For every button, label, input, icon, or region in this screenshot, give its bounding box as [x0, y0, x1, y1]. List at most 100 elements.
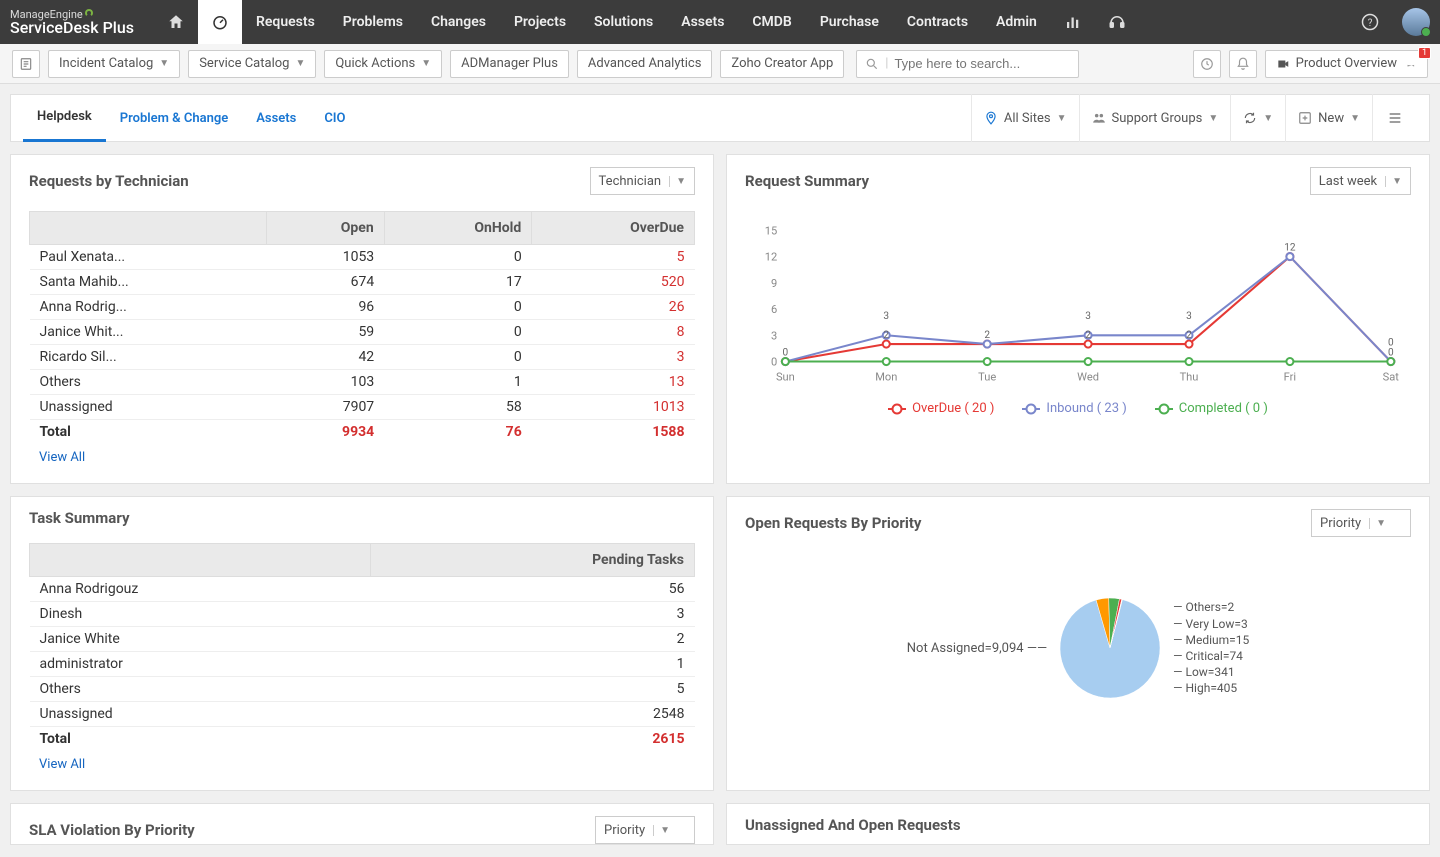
quick-actions-dropdown[interactable]: Quick Actions▼ — [324, 50, 442, 78]
service-catalog-dropdown[interactable]: Service Catalog▼ — [188, 50, 316, 78]
svg-text:Sun: Sun — [776, 371, 795, 384]
refresh-dropdown[interactable]: ▼ — [1230, 94, 1285, 142]
tab-assets[interactable]: Assets — [242, 94, 310, 142]
hamburger-icon — [1387, 110, 1403, 126]
svg-text:3: 3 — [1186, 311, 1192, 322]
dashboard-icon[interactable] — [198, 0, 242, 44]
search-box[interactable]: | — [856, 50, 1079, 78]
brand-logo: ManageEngine ServiceDesk Plus — [10, 9, 134, 36]
widget-sla-violation: SLA Violation By Priority Priority▼ — [10, 803, 714, 845]
chevron-down-icon: ▼ — [159, 58, 169, 69]
search-icon — [865, 57, 879, 71]
zoho-creator-label: Zoho Creator App — [731, 56, 833, 71]
svg-text:12: 12 — [765, 251, 777, 264]
divider: | — [885, 56, 888, 71]
svg-text:0: 0 — [771, 356, 777, 369]
view-all-link[interactable]: View All — [29, 757, 85, 772]
recent-items-icon[interactable] — [1193, 50, 1221, 78]
legend-overdue: OverDue ( 20 ) — [888, 401, 994, 416]
nav-link-contracts[interactable]: Contracts — [893, 0, 982, 44]
pie-label: — Low=341 — [1173, 664, 1249, 680]
svg-text:Tue: Tue — [978, 371, 996, 384]
user-avatar[interactable] — [1402, 8, 1430, 36]
svg-text:2: 2 — [984, 330, 990, 341]
admanager-button[interactable]: ADManager Plus — [450, 50, 569, 78]
col-onhold: OnHold — [384, 212, 532, 245]
nav-link-problems[interactable]: Problems — [329, 0, 417, 44]
advanced-analytics-button[interactable]: Advanced Analytics — [577, 50, 713, 78]
reports-icon[interactable] — [1051, 0, 1095, 44]
location-icon — [984, 111, 998, 125]
chevron-down-icon: ▼ — [669, 176, 686, 187]
table-row: administrator1 — [30, 652, 695, 677]
dashboard-tabs-bar: HelpdeskProblem & ChangeAssetsCIO All Si… — [10, 94, 1430, 142]
technician-selector[interactable]: Technician▼ — [590, 167, 695, 195]
tab-cio[interactable]: CIO — [310, 94, 359, 142]
new-label: New — [1318, 111, 1344, 126]
chart-legend: OverDue ( 20 ) Inbound ( 23 ) Completed … — [745, 401, 1411, 416]
tab-problem-change[interactable]: Problem & Change — [106, 94, 242, 142]
top-nav: ManageEngine ServiceDesk Plus RequestsPr… — [0, 0, 1440, 44]
product-overview-button[interactable]: Product Overview 1 — [1265, 50, 1428, 78]
pie-label: — High=405 — [1173, 680, 1249, 696]
home-icon[interactable] — [154, 0, 198, 44]
incident-catalog-dropdown[interactable]: Incident Catalog▼ — [48, 50, 180, 78]
table-row: Dinesh3 — [30, 602, 695, 627]
selector-value: Priority — [1320, 516, 1361, 531]
pie-label: — Medium=15 — [1173, 632, 1249, 648]
widget-unassigned-open: Unassigned And Open Requests — [726, 803, 1430, 845]
brand-line2: ServiceDesk Plus — [10, 20, 134, 36]
selector-value: Priority — [604, 823, 645, 838]
notifications-icon[interactable] — [1229, 50, 1257, 78]
widget-open-by-priority: Open Requests By Priority Priority▼ Not … — [726, 496, 1430, 791]
nav-link-changes[interactable]: Changes — [417, 0, 500, 44]
svg-text:?: ? — [1368, 18, 1373, 29]
svg-text:Thu: Thu — [1180, 371, 1199, 384]
group-icon — [1092, 111, 1106, 125]
product-overview-label: Product Overview — [1296, 56, 1397, 71]
help-icon[interactable]: ? — [1348, 0, 1392, 44]
request-template-icon[interactable] — [12, 50, 40, 78]
zoho-creator-button[interactable]: Zoho Creator App — [720, 50, 844, 78]
selector-value: Last week — [1319, 174, 1377, 189]
groups-dropdown[interactable]: Support Groups ▼ — [1079, 94, 1231, 142]
nav-link-admin[interactable]: Admin — [982, 0, 1051, 44]
widget-title: Open Requests By Priority — [745, 514, 1311, 532]
table-row: Others103113 — [30, 370, 695, 395]
widget-request-summary: Request Summary Last week▼ 03691215SunMo… — [726, 154, 1430, 484]
nav-link-solutions[interactable]: Solutions — [580, 0, 667, 44]
sites-label: All Sites — [1004, 111, 1051, 126]
total-row: Total2615 — [30, 727, 695, 752]
search-input[interactable] — [894, 56, 1070, 71]
widget-title: SLA Violation By Priority — [29, 821, 595, 839]
nav-link-assets[interactable]: Assets — [667, 0, 738, 44]
nav-link-cmdb[interactable]: CMDB — [738, 0, 805, 44]
tab-helpdesk[interactable]: Helpdesk — [23, 94, 106, 142]
new-dropdown[interactable]: New ▼ — [1285, 94, 1372, 142]
col-pending: Pending Tasks — [371, 544, 695, 577]
svg-text:0: 0 — [1388, 337, 1394, 348]
timerange-selector[interactable]: Last week▼ — [1310, 167, 1411, 195]
svg-text:2: 2 — [883, 330, 889, 341]
priority-selector[interactable]: Priority▼ — [1311, 509, 1411, 537]
sites-dropdown[interactable]: All Sites ▼ — [971, 94, 1079, 142]
table-row: Janice White2 — [30, 627, 695, 652]
nav-link-requests[interactable]: Requests — [242, 0, 329, 44]
col-blank — [30, 544, 371, 577]
menu-button[interactable] — [1372, 94, 1417, 142]
table-row: Unassigned2548 — [30, 702, 695, 727]
svg-text:2: 2 — [1085, 330, 1091, 341]
admanager-label: ADManager Plus — [461, 56, 558, 71]
table-row: Anna Rodrigouz56 — [30, 577, 695, 602]
priority-selector[interactable]: Priority▼ — [595, 816, 695, 844]
view-all-link[interactable]: View All — [29, 450, 85, 465]
nav-link-projects[interactable]: Projects — [500, 0, 580, 44]
svg-text:3: 3 — [883, 311, 889, 322]
support-icon[interactable] — [1095, 0, 1139, 44]
chevron-down-icon: ▼ — [295, 58, 305, 69]
pie-main-label: Not Assigned=9,094 —— — [907, 641, 1047, 656]
col-overdue: OverDue — [532, 212, 695, 245]
nav-link-purchase[interactable]: Purchase — [806, 0, 893, 44]
pie-label: — Very Low=3 — [1173, 616, 1249, 632]
svg-text:Sat: Sat — [1383, 371, 1400, 384]
